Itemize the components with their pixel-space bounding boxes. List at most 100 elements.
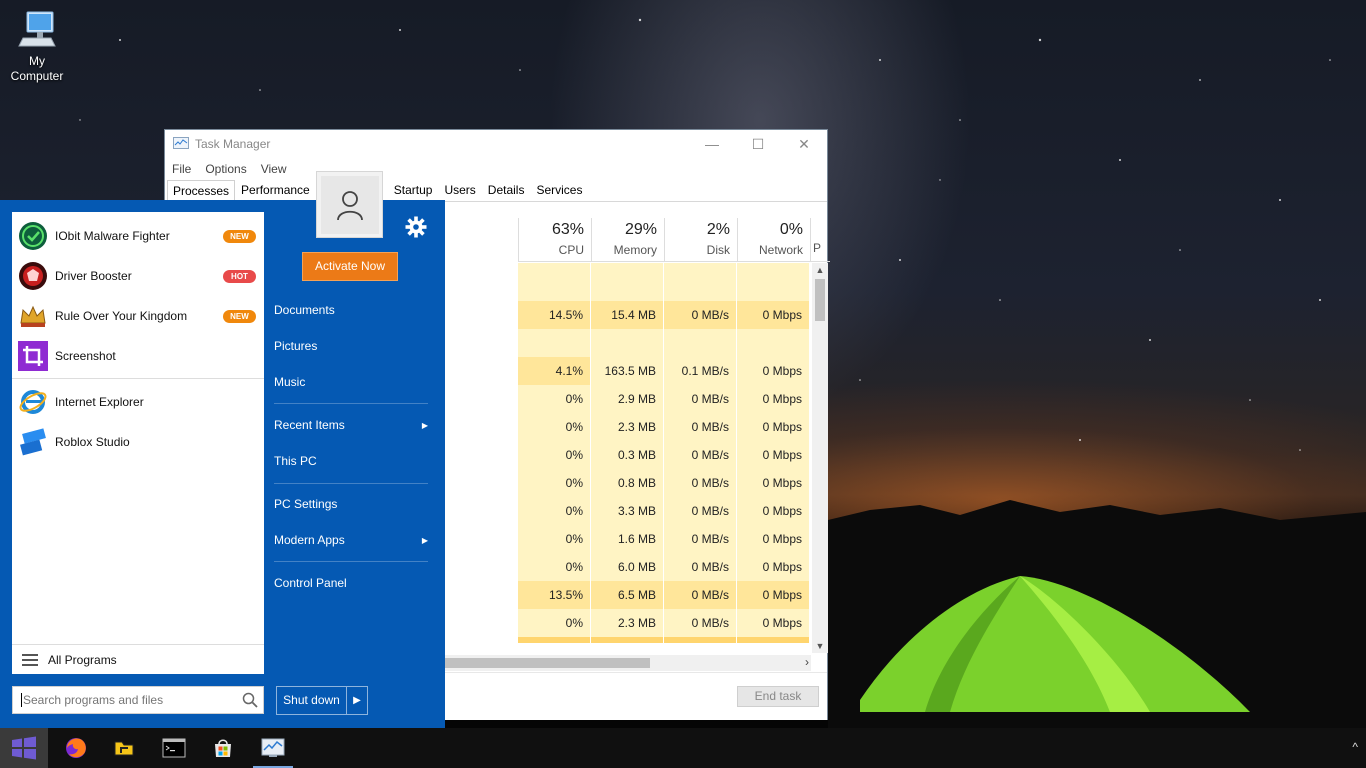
- table-row[interactable]: 0% 2.3 MB 0 MB/s 0 Mbps: [518, 609, 811, 637]
- program-label: Driver Booster: [55, 269, 132, 283]
- folder-app-icon: [114, 741, 134, 756]
- disk-cell: 0.1 MB/s: [664, 357, 737, 385]
- desktop-icon-my-computer[interactable]: My Computer: [4, 8, 70, 84]
- program-roblox-studio[interactable]: Roblox Studio: [18, 426, 258, 458]
- program-label: Internet Explorer: [55, 395, 144, 409]
- table-row[interactable]: 0% 0.8 MB 0 MB/s 0 Mbps: [518, 469, 811, 497]
- menu-item-pc-settings[interactable]: PC Settings: [274, 494, 434, 514]
- start-button[interactable]: [0, 728, 48, 768]
- horizontal-scrollbar[interactable]: ›: [445, 655, 811, 671]
- column-header-memory[interactable]: 29% Memory: [591, 218, 664, 261]
- table-row[interactable]: 4.1% 163.5 MB 0.1 MB/s 0 Mbps: [518, 357, 811, 385]
- disk-label: Disk: [706, 243, 730, 257]
- menu-options[interactable]: Options: [205, 162, 246, 176]
- network-cell: 0 Mbps: [737, 525, 810, 553]
- end-task-button[interactable]: End task: [737, 686, 819, 707]
- scroll-right-arrow[interactable]: ›: [805, 655, 809, 669]
- menu-item-control-panel[interactable]: Control Panel: [274, 573, 434, 593]
- cpu-cell: 0%: [518, 413, 591, 441]
- scroll-down-arrow[interactable]: ▼: [812, 641, 828, 651]
- taskbar-folder-app[interactable]: [100, 728, 148, 768]
- table-row[interactable]: 0% 2.9 MB 0 MB/s 0 Mbps: [518, 385, 811, 413]
- cpu-cell: [518, 329, 591, 357]
- taskbar-firefox[interactable]: [52, 728, 100, 768]
- windows-logo-icon: [12, 736, 36, 760]
- column-header-power[interactable]: P: [810, 218, 830, 261]
- table-row[interactable]: [518, 329, 811, 357]
- tab-services[interactable]: Services: [530, 179, 588, 201]
- network-cell: 0 Mbps: [737, 385, 810, 413]
- program-rule-over-your-kingdom[interactable]: Rule Over Your Kingdom NEW: [18, 300, 258, 332]
- menu-item-music[interactable]: Music: [274, 372, 434, 392]
- program-iobit-malware-fighter[interactable]: IObit Malware Fighter NEW: [18, 220, 258, 252]
- disk-cell: 0 MB/s: [664, 413, 737, 441]
- show-hidden-icons-chevron-icon[interactable]: ^: [1352, 740, 1358, 754]
- shutdown-options-arrow-icon[interactable]: ▶: [347, 687, 367, 714]
- memory-cell: 2.3 MB: [591, 413, 664, 441]
- menu-item-this-pc[interactable]: This PC: [274, 451, 434, 471]
- cpu-label: CPU: [558, 243, 584, 257]
- search-box[interactable]: [12, 686, 264, 714]
- search-icon[interactable]: [237, 687, 263, 713]
- scroll-thumb[interactable]: [815, 279, 825, 321]
- cpu-cell: 4.1%: [518, 357, 591, 385]
- close-button[interactable]: ✕: [781, 130, 827, 158]
- tab-startup[interactable]: Startup: [388, 179, 439, 201]
- scroll-up-arrow[interactable]: ▲: [812, 265, 828, 275]
- network-percent: 0%: [779, 221, 803, 238]
- menu-item-label: Pictures: [274, 339, 318, 353]
- table-row[interactable]: 0% 3.3 MB 0 MB/s 0 Mbps: [518, 497, 811, 525]
- program-screenshot[interactable]: Screenshot: [18, 340, 258, 372]
- taskbar-task-manager[interactable]: [249, 728, 297, 768]
- column-header-disk[interactable]: 2% Disk: [664, 218, 737, 261]
- disk-cell: 0 MB/s: [664, 441, 737, 469]
- disk-cell: 0 MB/s: [664, 581, 737, 609]
- user-avatar-button[interactable]: [316, 171, 383, 238]
- tab-processes[interactable]: Processes: [167, 180, 236, 202]
- cpu-cell: 0%: [518, 525, 591, 553]
- taskbar-microsoft-store[interactable]: [199, 728, 247, 768]
- menu-item-recent-items[interactable]: Recent Items ▶: [274, 415, 434, 435]
- network-cell: 0 Mbps: [737, 497, 810, 525]
- table-row[interactable]: 0% 6.0 MB 0 MB/s 0 Mbps: [518, 553, 811, 581]
- table-row[interactable]: 0% 2.3 MB 0 MB/s 0 Mbps: [518, 413, 811, 441]
- memory-cell: 2.3 MB: [591, 609, 664, 637]
- table-row[interactable]: 14.5% 15.4 MB 0 MB/s 0 Mbps: [518, 301, 811, 329]
- scroll-thumb[interactable]: [445, 658, 650, 668]
- disk-percent: 2%: [706, 221, 730, 238]
- program-driver-booster[interactable]: Driver Booster HOT: [18, 260, 258, 292]
- disk-cell: [664, 263, 737, 301]
- taskbar-command-prompt[interactable]: [150, 728, 198, 768]
- search-input[interactable]: [23, 693, 237, 707]
- menu-item-pictures[interactable]: Pictures: [274, 336, 434, 356]
- network-cell: 0 Mbps: [737, 301, 810, 329]
- activate-now-button[interactable]: Activate Now: [302, 252, 398, 281]
- column-header-network[interactable]: 0% Network: [737, 218, 810, 261]
- maximize-button[interactable]: ☐: [735, 130, 781, 158]
- table-row[interactable]: 0% 0.3 MB 0 MB/s 0 Mbps: [518, 441, 811, 469]
- disk-cell: 0 MB/s: [664, 609, 737, 637]
- program-label: IObit Malware Fighter: [55, 229, 170, 243]
- shutdown-button[interactable]: Shut down: [277, 687, 347, 714]
- all-programs-button[interactable]: All Programs: [12, 644, 264, 674]
- tab-details[interactable]: Details: [482, 179, 531, 201]
- table-row[interactable]: [518, 263, 811, 301]
- table-row[interactable]: 13.5% 6.5 MB 0 MB/s 0 Mbps: [518, 581, 811, 609]
- menu-bar: File Options View: [165, 158, 827, 180]
- table-row[interactable]: 0% 1.6 MB 0 MB/s 0 Mbps: [518, 525, 811, 553]
- program-internet-explorer[interactable]: Internet Explorer: [18, 386, 258, 418]
- minimize-button[interactable]: —: [689, 130, 735, 158]
- menu-item-label: This PC: [274, 454, 317, 468]
- disk-cell: [664, 329, 737, 357]
- vertical-scrollbar[interactable]: ▲ ▼: [812, 263, 828, 653]
- menu-item-documents[interactable]: Documents: [274, 300, 434, 320]
- title-bar[interactable]: Task Manager — ☐ ✕: [165, 130, 827, 158]
- gear-icon[interactable]: [405, 216, 427, 238]
- column-header-cpu[interactable]: 63% CPU: [518, 218, 591, 261]
- menu-view[interactable]: View: [261, 162, 287, 176]
- hamburger-icon: [22, 653, 38, 666]
- tab-performance[interactable]: Performance: [235, 179, 316, 201]
- tab-users[interactable]: Users: [438, 179, 481, 201]
- menu-item-modern-apps[interactable]: Modern Apps ▶: [274, 530, 434, 550]
- menu-file[interactable]: File: [172, 162, 191, 176]
